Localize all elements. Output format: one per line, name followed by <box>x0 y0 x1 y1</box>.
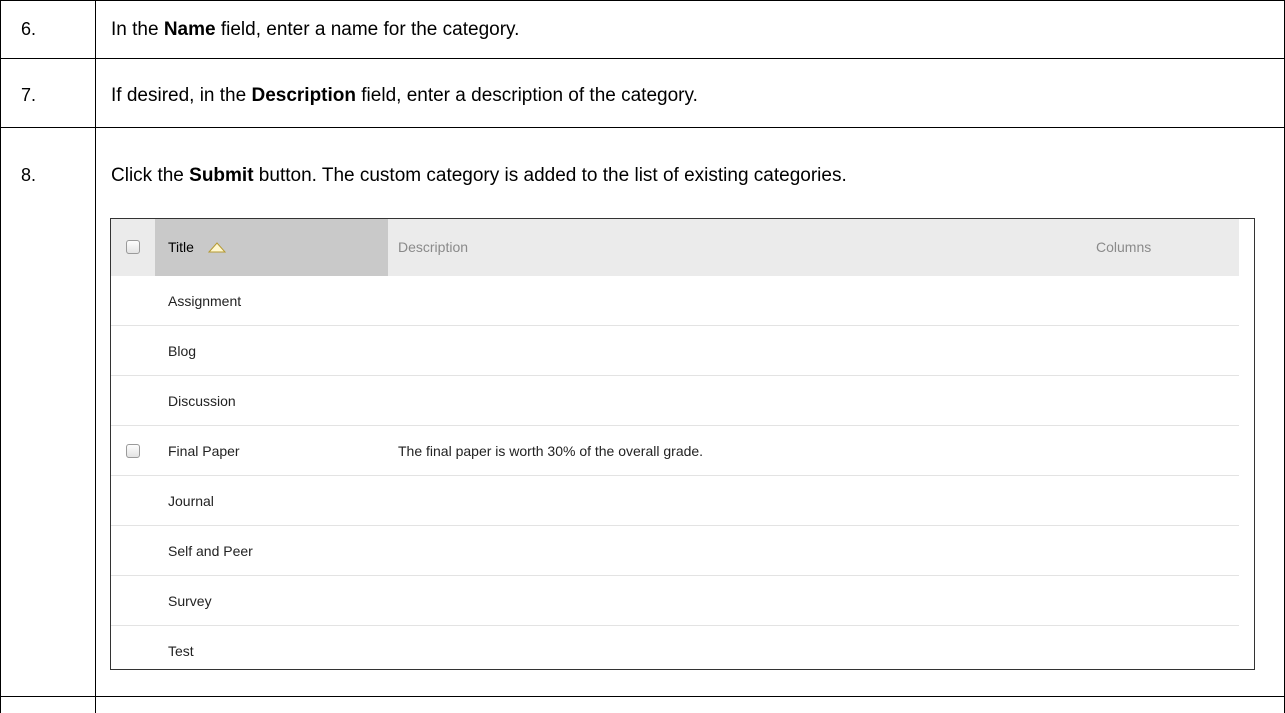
sort-ascending-icon <box>208 242 226 253</box>
instruction-steps-table: 6. In the Name field, enter a name for t… <box>0 0 1285 713</box>
step-number: 8. <box>21 165 37 185</box>
table-row: Final Paper The final paper is worth 30% … <box>111 426 1239 476</box>
title-header-label: Title <box>168 239 194 255</box>
select-all-checkbox[interactable] <box>126 240 140 254</box>
step-number: 7. <box>21 85 37 105</box>
category-title[interactable]: Final Paper <box>168 443 240 459</box>
row-divider <box>0 58 1285 59</box>
table-row: Assignment <box>111 276 1239 326</box>
columns-column-header[interactable]: Columns <box>1096 239 1151 255</box>
description-column-header[interactable]: Description <box>398 239 468 255</box>
table-border-bottom <box>0 696 1285 697</box>
table-border-top <box>0 0 1285 1</box>
categories-screenshot: Title Description Columns Assignment Blog… <box>110 218 1255 670</box>
table-row: Journal <box>111 476 1239 526</box>
category-title[interactable]: Self and Peer <box>168 543 253 559</box>
table-row: Blog <box>111 326 1239 376</box>
table-row: Survey <box>111 576 1239 626</box>
step-text: In the Name field, enter a name for the … <box>111 19 520 40</box>
category-title[interactable]: Test <box>168 643 194 659</box>
table-border-left <box>0 0 1 713</box>
table-row: Test <box>111 626 1239 669</box>
category-description: The final paper is worth 30% of the over… <box>398 443 704 459</box>
row-divider <box>0 127 1285 128</box>
table-footer-border <box>111 669 1239 670</box>
category-title[interactable]: Assignment <box>168 293 241 309</box>
table-row: Self and Peer <box>111 526 1239 576</box>
table-row: Discussion <box>111 376 1239 426</box>
category-title[interactable]: Survey <box>168 593 212 609</box>
step-text: If desired, in the Description field, en… <box>111 85 698 106</box>
category-title[interactable]: Discussion <box>168 393 236 409</box>
category-title[interactable]: Blog <box>168 343 196 359</box>
row-checkbox[interactable] <box>126 444 140 458</box>
categories-table-header: Title Description Columns <box>111 219 1239 276</box>
table-column-divider <box>95 0 96 713</box>
step-text: Click the Submit button. The custom cate… <box>111 165 847 186</box>
step-number: 6. <box>21 19 37 39</box>
title-column-header[interactable]: Title <box>155 219 388 276</box>
category-title[interactable]: Journal <box>168 493 214 509</box>
